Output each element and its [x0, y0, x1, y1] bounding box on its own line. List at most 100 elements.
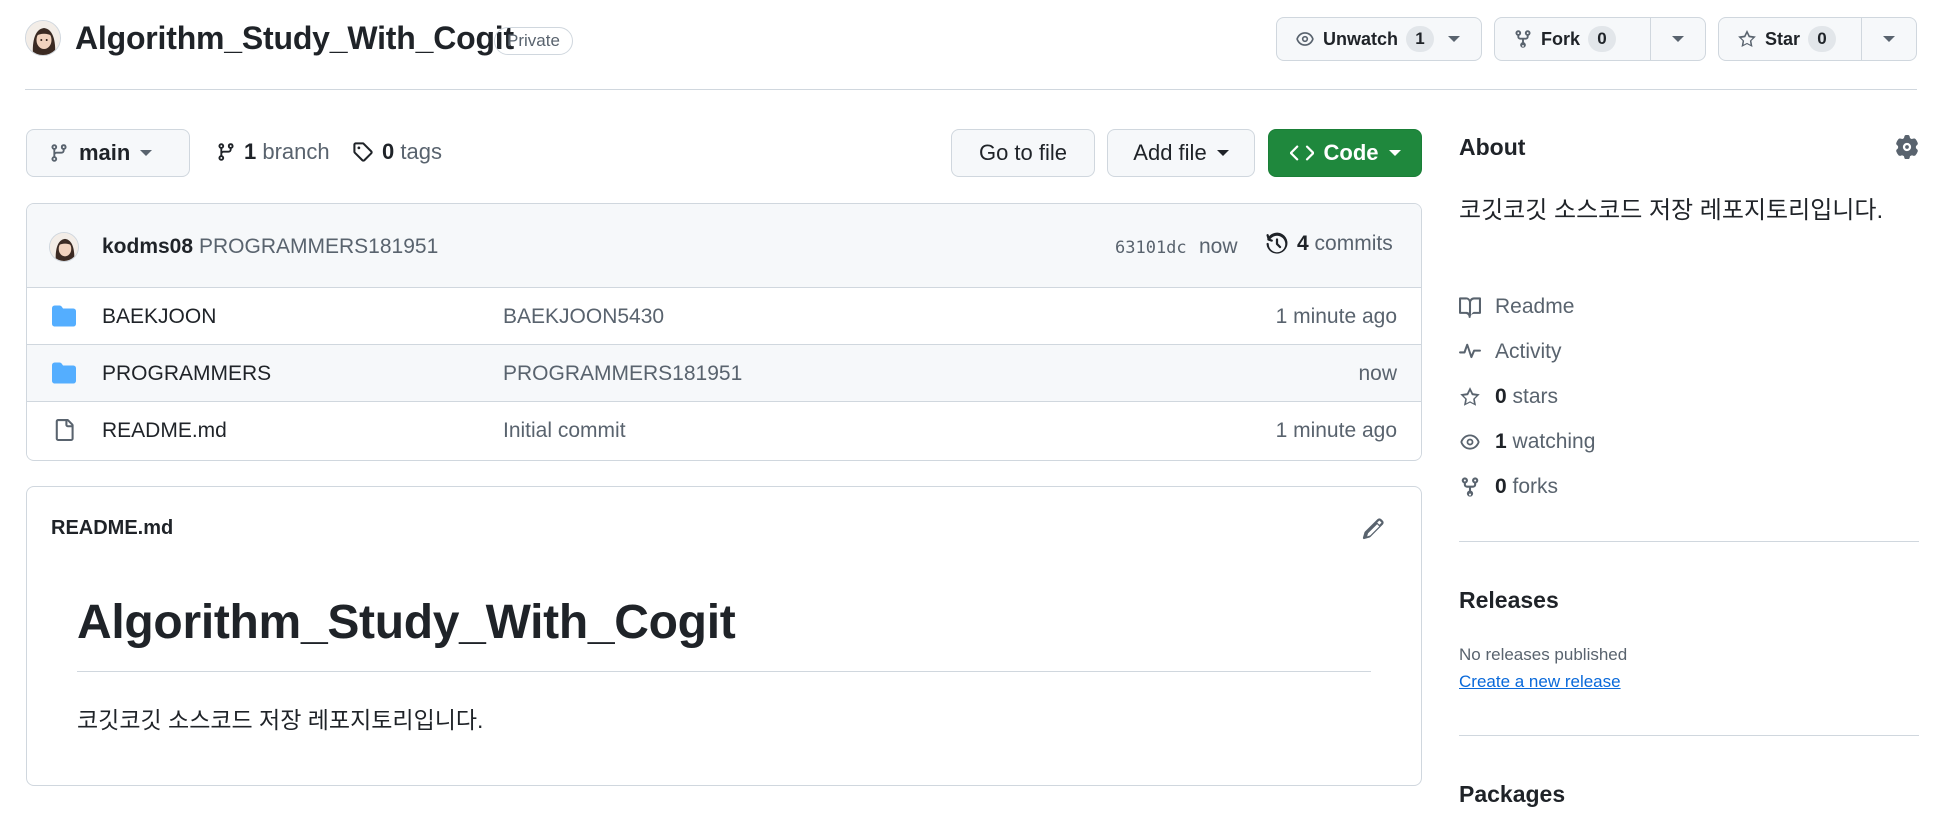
- activity-label: Activity: [1495, 340, 1562, 363]
- repo-forked-icon: [1513, 29, 1533, 49]
- go-to-file-button[interactable]: Go to file: [951, 129, 1095, 177]
- about-heading: About: [1459, 134, 1526, 160]
- latest-commit-row: kodms08 PROGRAMMERS181951 63101dc now 4 …: [27, 204, 1421, 288]
- file-commit-message-link[interactable]: Initial commit: [503, 419, 626, 443]
- commits-history-link[interactable]: 4 commits: [1265, 232, 1393, 256]
- sidebar-divider: [1459, 735, 1919, 736]
- add-file-label: Add file: [1133, 140, 1207, 165]
- commits-label: commits: [1314, 232, 1393, 255]
- unwatch-button[interactable]: Unwatch 1: [1277, 18, 1435, 60]
- no-releases-text: No releases published: [1459, 645, 1628, 664]
- file-row[interactable]: README.md Initial commit 1 minute ago: [27, 402, 1421, 459]
- branches-count: 1: [244, 139, 257, 164]
- chevron-down-icon: [1882, 36, 1895, 42]
- readme-heading: Algorithm_Study_With_Cogit: [77, 596, 736, 649]
- eye-icon: [1459, 431, 1481, 453]
- visibility-badge: Private: [494, 27, 573, 55]
- sidebar-divider: [1459, 541, 1919, 542]
- forks-count: 0: [1495, 475, 1507, 498]
- file-row[interactable]: BAEKJOON BAEKJOON5430 1 minute ago: [27, 288, 1421, 345]
- fork-button-group: Fork 0: [1494, 17, 1706, 61]
- star-label: Star: [1765, 28, 1801, 49]
- chevron-down-icon: [1388, 150, 1401, 156]
- stars-label: stars: [1512, 385, 1559, 408]
- star-button[interactable]: Star 0: [1719, 18, 1861, 60]
- file-name-link[interactable]: README.md: [102, 419, 227, 443]
- stars-count: 0: [1495, 385, 1507, 408]
- code-button[interactable]: Code: [1268, 129, 1422, 177]
- commit-author-link[interactable]: kodms08: [102, 235, 193, 259]
- chevron-down-icon: [1216, 150, 1229, 156]
- repo-owner-avatar[interactable]: [25, 20, 61, 56]
- star-dropdown-button[interactable]: [1860, 18, 1916, 60]
- edit-readme-button[interactable]: [1361, 517, 1385, 541]
- gear-icon: [1895, 135, 1919, 159]
- star-count: 0: [1808, 26, 1837, 52]
- eye-icon: [1295, 29, 1315, 49]
- repo-forked-icon: [1459, 476, 1481, 498]
- watching-count: 1: [1495, 430, 1507, 453]
- commit-count: 4: [1297, 232, 1309, 255]
- tags-label: tags: [400, 139, 442, 164]
- file-commit-time: now: [1358, 362, 1397, 385]
- branches-label: branch: [262, 139, 330, 164]
- add-file-button[interactable]: Add file: [1107, 129, 1255, 177]
- watch-dropdown-button[interactable]: [1427, 18, 1481, 60]
- unwatch-label: Unwatch: [1323, 28, 1399, 49]
- code-icon: [1289, 141, 1314, 165]
- watching-label: watching: [1512, 430, 1596, 453]
- fork-button[interactable]: Fork 0: [1495, 18, 1650, 60]
- file-icon: [53, 418, 75, 442]
- commit-message-link[interactable]: PROGRAMMERS181951: [199, 235, 438, 259]
- commit-author-avatar[interactable]: [49, 232, 79, 262]
- readme-panel: README.md Algorithm_Study_With_Cogit 코깃코…: [26, 486, 1422, 786]
- file-commit-message-link[interactable]: BAEKJOON5430: [503, 305, 664, 329]
- readme-body-text: 코깃코깃 소스코드 저장 레포지토리입니다.: [77, 707, 484, 733]
- book-icon: [1459, 296, 1481, 318]
- chevron-down-icon: [1671, 36, 1684, 42]
- branches-link[interactable]: 1 branch: [216, 139, 330, 165]
- forks-link[interactable]: 0 forks: [1459, 475, 1558, 499]
- activity-link[interactable]: Activity: [1459, 340, 1562, 364]
- history-icon: [1265, 232, 1289, 256]
- star-icon: [1459, 386, 1481, 408]
- releases-heading[interactable]: Releases: [1459, 587, 1559, 614]
- star-icon: [1737, 29, 1757, 49]
- pencil-icon: [1361, 517, 1385, 541]
- tags-count: 0: [382, 139, 395, 164]
- commit-time: now: [1199, 235, 1238, 258]
- readme-heading-divider: [77, 671, 1371, 672]
- forks-label: forks: [1512, 475, 1559, 498]
- folder-icon: [51, 361, 77, 385]
- file-commit-time: 1 minute ago: [1275, 419, 1397, 442]
- chevron-down-icon: [140, 150, 153, 156]
- commit-sha-link[interactable]: 63101dc: [1115, 238, 1187, 258]
- fork-count: 0: [1588, 26, 1617, 52]
- fork-dropdown-button[interactable]: [1649, 18, 1705, 60]
- tag-icon: [352, 141, 374, 163]
- git-branch-icon: [216, 142, 236, 162]
- git-branch-icon: [49, 143, 69, 163]
- folder-icon: [51, 304, 77, 328]
- tags-link[interactable]: 0 tags: [352, 139, 442, 165]
- branch-selector-button[interactable]: main: [26, 129, 190, 177]
- file-name-link[interactable]: BAEKJOON: [102, 305, 216, 329]
- file-commit-time: 1 minute ago: [1275, 305, 1397, 328]
- packages-heading[interactable]: Packages: [1459, 781, 1565, 808]
- pulse-icon: [1459, 341, 1481, 363]
- readme-link[interactable]: Readme: [1459, 295, 1574, 319]
- code-label: Code: [1323, 140, 1379, 165]
- file-name-link[interactable]: PROGRAMMERS: [102, 362, 271, 386]
- readme-filename[interactable]: README.md: [51, 517, 173, 540]
- star-button-group: Star 0: [1718, 17, 1917, 61]
- branch-name: main: [79, 140, 131, 165]
- chevron-down-icon: [1448, 36, 1460, 42]
- stars-link[interactable]: 0 stars: [1459, 385, 1558, 409]
- file-commit-message-link[interactable]: PROGRAMMERS181951: [503, 362, 742, 386]
- about-settings-button[interactable]: [1895, 135, 1919, 159]
- about-description: 코깃코깃 소스코드 저장 레포지토리입니다.: [1459, 197, 1884, 224]
- watching-link[interactable]: 1 watching: [1459, 430, 1595, 454]
- repo-name-link[interactable]: Algorithm_Study_With_Cogit: [75, 18, 514, 58]
- file-row[interactable]: PROGRAMMERS PROGRAMMERS181951 now: [27, 345, 1421, 402]
- create-release-link[interactable]: Create a new release: [1459, 672, 1621, 692]
